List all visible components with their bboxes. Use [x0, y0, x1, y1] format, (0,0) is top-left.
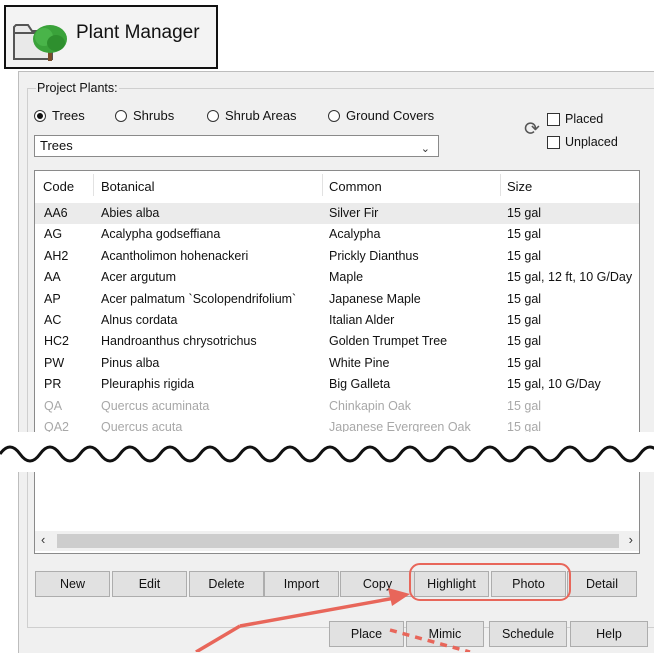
cell-common: Big Galleta: [329, 377, 391, 392]
scroll-left-icon[interactable]: ‹: [41, 532, 45, 547]
cell-common: Italian Alder: [329, 313, 395, 327]
cell-botanical: Pleuraphis rigida: [101, 377, 195, 392]
radio-dot-icon: [115, 109, 127, 122]
cell-size: 15 gal: [507, 313, 542, 327]
header-divider: [322, 174, 323, 196]
cell-size: 15 gal: [507, 248, 542, 263]
table-row[interactable]: PR Pleuraphis rigida Big Galleta 15 gal, 10…: [35, 374, 639, 395]
refresh-icon[interactable]: ⟳: [524, 118, 540, 141]
table-row[interactable]: PW Pinus alba White Pine 15 gal: [35, 353, 639, 374]
column-header-botanical[interactable]: Botanical: [101, 179, 154, 194]
cell-botanical: Acalypha godseffiana: [101, 227, 221, 242]
cell-size: 15 gal: [507, 227, 542, 242]
horizontal-scrollbar[interactable]: ‹ ›: [35, 531, 639, 551]
cell-botanical: Pinus alba: [101, 355, 160, 370]
select-value: Trees: [40, 138, 73, 153]
edit-button[interactable]: Edit: [112, 571, 187, 597]
placed-checkbox[interactable]: Placed: [547, 112, 603, 126]
highlight-callout: [409, 563, 571, 601]
cell-code: HC2: [44, 334, 70, 349]
header-divider: [93, 174, 94, 196]
cell-botanical: Alnus cordata: [101, 313, 178, 327]
unplaced-checkbox[interactable]: Unplaced: [547, 135, 618, 149]
column-header-size[interactable]: Size: [507, 179, 532, 194]
column-header-common[interactable]: Common: [329, 179, 382, 194]
checkbox-box: [547, 135, 560, 149]
cell-code: AG: [44, 227, 63, 242]
table-row[interactable]: QA Quercus acuminata Chinkapin Oak 15 gal: [35, 396, 639, 417]
table-row[interactable]: AC Alnus cordata Italian Alder 15 gal: [35, 310, 639, 331]
cell-size: 15 gal: [507, 398, 542, 413]
cell-botanical: Handroanthus chrysotrichus: [101, 334, 257, 349]
radio-label: Ground Covers: [346, 108, 435, 123]
scroll-right-icon[interactable]: ›: [629, 532, 633, 547]
app-title-box: Plant Manager: [4, 5, 218, 69]
cell-size: 15 gal: [507, 355, 542, 370]
cell-common: Maple: [329, 270, 364, 285]
radio-trees[interactable]: Trees: [34, 108, 85, 123]
folder-tree-icon: [13, 24, 67, 61]
cell-size: 15 gal, 12 ft, 10 G/Day: [507, 270, 633, 285]
cell-code: AC: [44, 313, 62, 327]
table-row[interactable]: AP Acer palmatum `Scolopendrifolium` Japan…: [35, 289, 639, 310]
app-title: Plant Manager: [76, 22, 200, 43]
cell-common: Acalypha: [329, 227, 381, 242]
new-button[interactable]: New: [35, 571, 110, 597]
cell-botanical: Acantholimon hohenackeri: [101, 248, 249, 263]
table-row[interactable]: HC2 Handroanthus chrysotrichus Golden Trum…: [35, 331, 639, 352]
radio-ground-covers[interactable]: Ground Covers: [328, 108, 434, 123]
place-button[interactable]: Place: [329, 621, 404, 647]
cell-code: AP: [44, 291, 61, 306]
table-row[interactable]: AG Acalypha godseffiana Acalypha 15 gal: [35, 224, 639, 245]
group-label: Project Plants:: [36, 81, 119, 95]
cell-common: Chinkapin Oak: [329, 398, 411, 413]
torn-edge: [0, 432, 654, 472]
cell-botanical: Acer argutum: [101, 270, 177, 285]
radio-shrubs[interactable]: Shrubs: [115, 108, 174, 123]
cell-code: QA: [44, 398, 63, 413]
chevron-down-icon: ⌄: [420, 143, 430, 155]
radio-dot-icon: [328, 109, 340, 122]
cell-code: AA: [44, 270, 61, 285]
import-button[interactable]: Import: [264, 571, 339, 597]
help-button[interactable]: Help: [570, 621, 648, 647]
cell-size: 15 gal: [507, 206, 542, 220]
header-divider: [500, 174, 501, 196]
checkbox-label: Unplaced: [565, 135, 618, 149]
radio-label: Shrubs: [133, 108, 175, 123]
schedule-button[interactable]: Schedule: [489, 621, 567, 647]
table-row[interactable]: AH2 Acantholimon hohenackeri Prickly Diant…: [35, 246, 639, 267]
table-row[interactable]: AA Acer argutum Maple 15 gal, 12 ft, 10 G/D…: [35, 267, 639, 288]
detail-button[interactable]: Detail: [567, 571, 637, 597]
radio-label: Shrub Areas: [225, 108, 297, 123]
plant-type-select[interactable]: Trees ⌄: [34, 135, 439, 157]
radio-dot-icon: [34, 109, 46, 122]
mimic-button[interactable]: Mimic: [406, 621, 484, 647]
cell-code: AA6: [44, 206, 68, 220]
radio-shrub-areas[interactable]: Shrub Areas: [207, 108, 297, 123]
scroll-thumb[interactable]: [57, 534, 619, 548]
cell-botanical: Acer palmatum `Scolopendrifolium`: [101, 291, 297, 306]
cell-size: 15 gal, 10 G/Day: [507, 377, 601, 392]
delete-button[interactable]: Delete: [189, 571, 264, 597]
checkbox-box: [547, 112, 560, 126]
cell-common: Golden Trumpet Tree: [329, 334, 448, 349]
cell-botanical: Quercus acuminata: [101, 398, 210, 413]
radio-label: Trees: [52, 108, 85, 123]
cell-common: Silver Fir: [329, 206, 379, 220]
copy-button[interactable]: Copy: [340, 571, 415, 597]
cell-code: PR: [44, 377, 62, 392]
cell-common: Prickly Dianthus: [329, 248, 419, 263]
cell-common: White Pine: [329, 355, 390, 370]
cell-size: 15 gal: [507, 334, 542, 349]
column-header-code[interactable]: Code: [43, 179, 74, 194]
cell-code: PW: [44, 355, 65, 370]
table-row[interactable]: AA6 Abies alba Silver Fir 15 gal: [35, 203, 639, 224]
radio-dot-icon: [207, 109, 219, 122]
cell-code: AH2: [44, 248, 69, 263]
cell-size: 15 gal: [507, 291, 542, 306]
cell-botanical: Abies alba: [101, 206, 160, 220]
checkbox-label: Placed: [565, 112, 604, 126]
cell-common: Japanese Maple: [329, 291, 421, 306]
